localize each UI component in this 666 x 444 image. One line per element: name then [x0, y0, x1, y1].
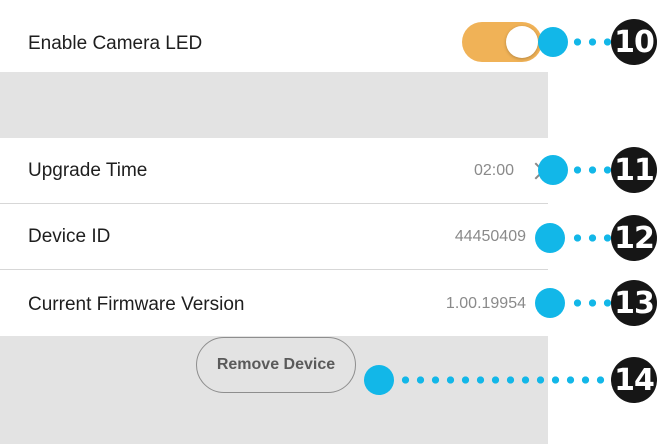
device-id-label: Device ID [28, 226, 111, 247]
upgrade-time-label: Upgrade Time [28, 160, 148, 181]
callout-badge-13: 13 [611, 280, 657, 326]
callout-badge-14: 14 [611, 357, 657, 403]
callout-badge-10: 10 [611, 19, 657, 65]
callout-dot [538, 27, 568, 57]
callout-dot [364, 365, 394, 395]
camera-led-toggle[interactable] [462, 22, 542, 62]
callout-badge-11: 11 [611, 147, 657, 193]
firmware-row: Current Firmware Version 1.00.19954 [0, 270, 548, 336]
callout-trail [570, 38, 616, 46]
upgrade-time-row[interactable]: Upgrade Time 02:00 [0, 138, 548, 204]
callout-trail [398, 376, 614, 384]
section-divider [0, 72, 548, 138]
callout-dot [535, 288, 565, 318]
callout-dot [538, 155, 568, 185]
firmware-value: 1.00.19954 [445, 295, 526, 312]
callout-trail [570, 234, 616, 242]
toggle-knob [506, 26, 538, 58]
upgrade-time-value: 02:00 [473, 162, 514, 179]
callout-trail [570, 299, 616, 307]
device-id-row: Device ID 44450409 [0, 204, 548, 270]
device-id-value: 44450409 [454, 228, 526, 245]
remove-device-button[interactable]: Remove Device [196, 337, 356, 393]
callout-trail [570, 166, 616, 174]
callout-badge-12: 12 [611, 215, 657, 261]
callout-dot [535, 223, 565, 253]
firmware-label: Current Firmware Version [28, 294, 245, 315]
camera-led-label: Enable Camera LED [28, 33, 203, 54]
